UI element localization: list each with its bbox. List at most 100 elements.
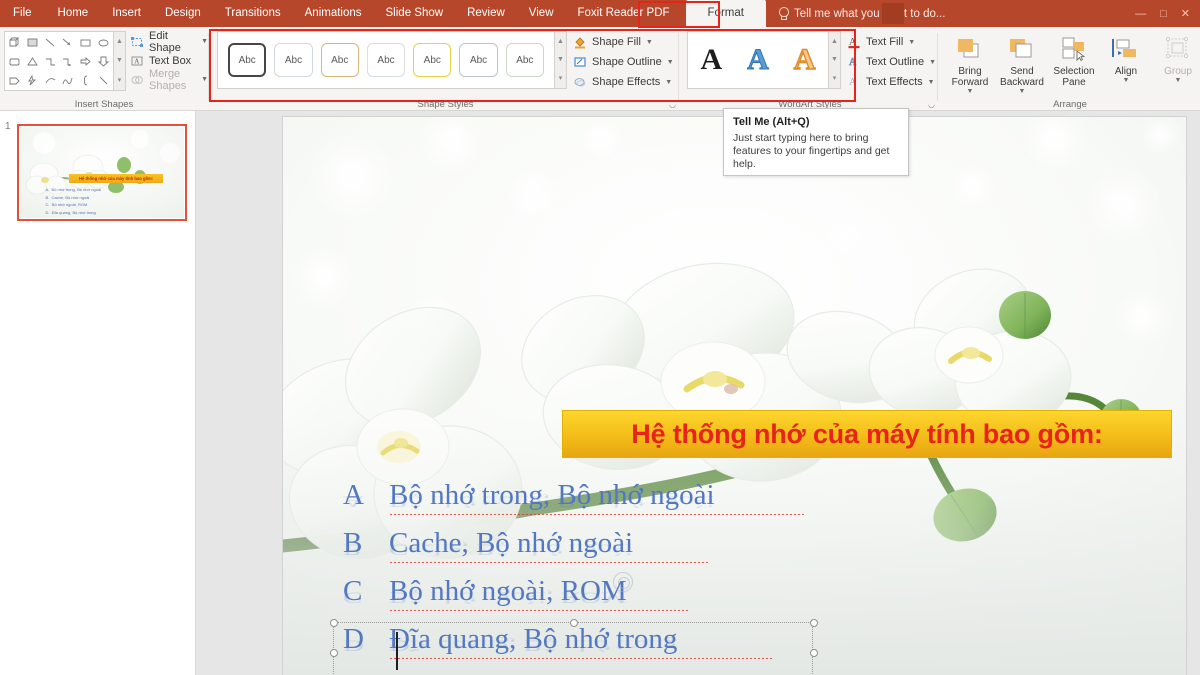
shape-fill-button[interactable]: Shape Fill ▼ [573,32,674,52]
shape-style-swatch[interactable]: Abc [505,43,544,77]
scroll-down-icon[interactable]: ▼ [116,57,123,64]
tab-design[interactable]: Design [153,0,213,27]
shape-fill-dropdown-icon[interactable]: ▼ [646,39,653,46]
shape-freeform-line-icon[interactable] [97,74,110,87]
shape-style-swatch[interactable]: Abc [366,43,406,77]
resize-handle-top-left[interactable] [330,619,338,627]
tab-foxit-reader-pdf[interactable]: Foxit Reader PDF [566,0,682,27]
send-backward-dropdown-icon[interactable]: ▼ [1019,88,1026,95]
slide-editing-surface[interactable]: Hệ thống nhớ của máy tính bao gồm: A Bộ … [283,117,1186,675]
bring-forward-button[interactable]: Bring Forward ▼ [944,30,996,95]
tab-view[interactable]: View [517,0,566,27]
edit-shape-dropdown-icon[interactable]: ▼ [201,38,208,45]
scroll-up-icon[interactable]: ▲ [557,38,564,45]
shape-pentagon-icon[interactable] [8,74,21,87]
close-icon[interactable]: ✕ [1181,7,1190,20]
resize-handle-top-right[interactable] [810,619,818,627]
group-dropdown-icon[interactable]: ▼ [1175,77,1182,84]
tab-animations[interactable]: Animations [293,0,374,27]
wordart-sample[interactable]: A [700,45,722,75]
scroll-more-icon[interactable]: ▾ [833,75,837,82]
shape-style-swatch[interactable]: Abc [413,43,452,77]
tab-transitions[interactable]: Transitions [213,0,293,27]
shape-ellipse-icon[interactable] [97,36,110,49]
shape-rectangle-icon[interactable] [79,36,92,49]
edit-shape-button[interactable]: Edit Shape ▼ [130,30,208,54]
scroll-more-icon[interactable]: ▾ [559,75,563,82]
minimize-icon[interactable]: — [1135,8,1146,20]
shape-arc-icon[interactable] [44,74,57,87]
slide-option-c[interactable]: C Bộ nhớ ngoài, ROM C Bộ nhớ ngoài, ROM [343,575,863,623]
resize-handle-top-center[interactable] [570,619,578,627]
wordart-styles-dialog-launcher[interactable]: ◡ [928,100,935,109]
text-fill-button[interactable]: A Text Fill ▼ [847,32,936,52]
shape-effects-button[interactable]: Shape Effects ▼ [573,72,674,92]
text-box-label: Text Box [149,54,192,67]
text-effects-button[interactable]: A Text Effects ▼ [847,72,936,92]
shape-outline-dropdown-icon[interactable]: ▼ [667,59,674,66]
shape-styles-dialog-launcher[interactable]: ◡ [669,100,676,109]
shapes-gallery-scroll[interactable]: ▲ ▼ ▾ [114,31,126,91]
shape-style-swatch[interactable]: Abc [459,43,498,77]
selection-pane-button[interactable]: Selection Pane [1048,30,1100,95]
slide-thumbnail-1[interactable]: Hệ thống nhớ của máy tính bao gồm: A. Bộ… [17,124,187,221]
scroll-up-icon[interactable]: ▲ [116,38,123,45]
align-button[interactable]: Align ▼ [1100,30,1152,95]
send-backward-button[interactable]: Send Backward ▼ [996,30,1048,95]
shape-effects-dropdown-icon[interactable]: ▼ [665,79,672,86]
shape-styles-scroll[interactable]: ▲ ▼ ▾ [555,31,567,89]
tell-me-search[interactable]: Tell me what you want to do... [770,7,945,20]
tab-review[interactable]: Review [455,0,517,27]
wordart-sample[interactable]: A [747,44,770,75]
align-dropdown-icon[interactable]: ▼ [1123,77,1130,84]
slide-option-b[interactable]: B Cache, Bộ nhớ ngoài B Cache, Bộ nhớ ng… [343,527,863,575]
shape-right-arrow-icon[interactable] [79,55,92,68]
tab-home[interactable]: Home [46,0,101,27]
shape-styles-gallery[interactable]: Abc Abc Abc Abc Abc Abc Abc [217,31,555,89]
resize-handle-middle-left[interactable] [330,649,338,657]
shape-cube-icon[interactable] [8,36,21,49]
tab-format[interactable]: Format [685,0,766,27]
wordart-sample[interactable]: A [793,44,816,75]
merge-shapes-button[interactable]: Merge Shapes ▼ [130,68,208,92]
text-fill-dropdown-icon[interactable]: ▼ [908,39,915,46]
text-placeholder-selection-box[interactable] [330,619,818,675]
shape-rounded-rect-icon[interactable] [8,55,21,68]
bring-forward-dropdown-icon[interactable]: ▼ [967,88,974,95]
shape-textbox-icon[interactable] [26,36,39,49]
restore-icon[interactable]: □ [1160,8,1167,20]
wordart-styles-scroll[interactable]: ▲ ▼ ▾ [829,31,841,89]
shape-style-swatch[interactable]: Abc [320,43,359,77]
merge-shapes-dropdown-icon[interactable]: ▼ [201,76,208,83]
text-effects-dropdown-icon[interactable]: ▼ [928,79,935,86]
scroll-up-icon[interactable]: ▲ [831,38,838,45]
group-button[interactable]: Group ▼ [1152,30,1200,95]
scroll-down-icon[interactable]: ▼ [557,56,564,63]
share-button[interactable] [882,3,904,24]
shape-triangle-icon[interactable] [26,55,39,68]
shape-elbow-arrow-icon[interactable] [61,55,74,68]
wordart-styles-gallery[interactable]: A A A [687,31,829,89]
scroll-down-icon[interactable]: ▼ [831,56,838,63]
shape-arrow-icon[interactable] [61,36,74,49]
shape-outline-button[interactable]: Shape Outline ▼ [573,52,674,72]
shape-elbow-connector-icon[interactable] [44,55,57,68]
shape-brace-icon[interactable] [79,74,92,87]
tab-file[interactable]: File [0,0,46,27]
tab-slide-show[interactable]: Slide Show [374,0,456,27]
tab-insert[interactable]: Insert [100,0,153,27]
shapes-gallery[interactable] [4,31,114,91]
slide-option-a[interactable]: A Bộ nhớ trong, Bộ nhớ ngoài A Bộ nhớ tr… [343,479,863,527]
text-outline-dropdown-icon[interactable]: ▼ [929,59,936,66]
shape-style-swatch[interactable]: Abc [228,43,267,77]
text-outline-button[interactable]: A Text Outline ▼ [847,52,936,72]
resize-handle-middle-right[interactable] [810,649,818,657]
shape-line-icon[interactable] [44,36,57,49]
shape-down-arrow-icon[interactable] [97,55,110,68]
shape-style-swatch[interactable]: Abc [274,43,313,77]
scroll-more-icon[interactable]: ▾ [118,77,122,84]
shape-curve-icon[interactable] [61,74,74,87]
shape-lightning-icon[interactable] [26,74,39,87]
slide-thumbnail-pane[interactable]: 1 Hệ thống nhớ của máy tính bao gồm: A. … [0,111,196,675]
slide-title-banner[interactable]: Hệ thống nhớ của máy tính bao gồm: [562,410,1172,458]
